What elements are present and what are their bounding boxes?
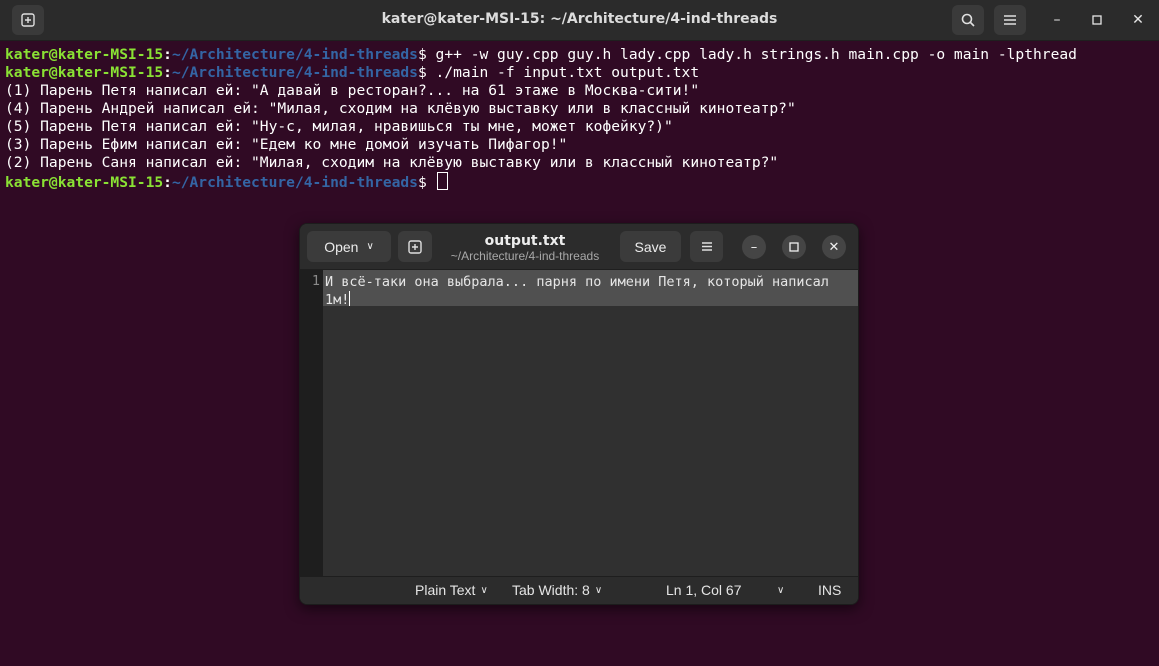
chevron-down-icon: ∨ bbox=[777, 585, 785, 596]
hamburger-icon bbox=[1004, 15, 1016, 25]
minimize-icon: – bbox=[750, 239, 758, 255]
terminal-output-line: (5) Парень Петя написал ей: "Ну-с, милая… bbox=[5, 118, 673, 135]
close-icon: ✕ bbox=[828, 239, 840, 255]
language-label: Plain Text bbox=[415, 582, 476, 598]
terminal-prompt-line: kater@kater-MSI-15:~/Architecture/4-ind-… bbox=[5, 172, 1077, 191]
text-cursor bbox=[349, 291, 351, 306]
tab-width-selector[interactable]: Tab Width: 8 ∨ bbox=[512, 582, 602, 598]
document-title: output.txt bbox=[484, 233, 566, 249]
maximize-icon bbox=[789, 242, 799, 252]
editor-menu-button[interactable] bbox=[690, 231, 723, 262]
status-bar: Plain Text ∨ Tab Width: 8 ∨ Ln 1, Col 67 ∨… bbox=[300, 576, 858, 604]
prompt-sign: $ bbox=[417, 174, 436, 191]
prompt-user: kater@kater-MSI-15 bbox=[5, 46, 164, 63]
maximize-icon bbox=[1092, 15, 1102, 25]
hamburger-icon bbox=[701, 242, 712, 251]
menu-button[interactable] bbox=[994, 5, 1026, 35]
terminal-output-line: (3) Парень Ефим написал ей: "Едем ко мне… bbox=[5, 136, 568, 153]
prompt-separator: : bbox=[163, 46, 172, 63]
terminal-cursor bbox=[436, 172, 448, 190]
maximize-button[interactable] bbox=[1087, 10, 1107, 30]
editor-minimize-button[interactable]: – bbox=[742, 235, 766, 259]
document-path: ~/Architecture/4-ind-threads bbox=[450, 249, 600, 263]
editor-close-button[interactable]: ✕ bbox=[822, 235, 846, 259]
text-editor-window: Open ∨ output.txt ~/Architecture/4-ind-t… bbox=[299, 223, 859, 605]
terminal-output-line: (4) Парень Андрей написал ей: "Милая, сх… bbox=[5, 100, 796, 117]
line-number: 1 bbox=[311, 273, 320, 289]
chevron-down-icon: ∨ bbox=[366, 241, 374, 252]
new-document-icon bbox=[408, 239, 422, 254]
terminal-output-line: (1) Парень Петя написал ей: "А давай в р… bbox=[5, 82, 700, 99]
terminal-prompt-line: kater@kater-MSI-15:~/Architecture/4-ind-… bbox=[5, 46, 1077, 64]
chevron-down-icon: ∨ bbox=[480, 585, 488, 596]
open-button[interactable]: Open ∨ bbox=[307, 231, 391, 262]
terminal-prompt-line: kater@kater-MSI-15:~/Architecture/4-ind-… bbox=[5, 64, 1077, 82]
minimize-icon: – bbox=[1053, 12, 1061, 28]
terminal-title: kater@kater-MSI-15: ~/Architecture/4-ind… bbox=[381, 11, 778, 27]
terminal-header: kater@kater-MSI-15: ~/Architecture/4-ind… bbox=[0, 0, 1159, 41]
search-icon bbox=[961, 13, 975, 27]
command-text: g++ -w guy.cpp guy.h lady.cpp lady.h str… bbox=[435, 46, 1077, 63]
save-button[interactable]: Save bbox=[620, 231, 681, 262]
terminal-output[interactable]: kater@kater-MSI-15:~/Architecture/4-ind-… bbox=[5, 46, 1077, 191]
prompt-path: ~/Architecture/4-ind-threads bbox=[171, 64, 418, 81]
tab-width-label: Tab Width: 8 bbox=[512, 582, 590, 598]
new-document-button[interactable] bbox=[398, 231, 432, 262]
cursor-position-selector[interactable]: Ln 1, Col 67 bbox=[666, 582, 742, 598]
document-content: И всё-таки она выбрала... парня по имени… bbox=[325, 274, 838, 308]
line-number-gutter: 1 bbox=[300, 270, 323, 576]
minimize-button[interactable]: – bbox=[1047, 10, 1067, 30]
insert-mode-indicator[interactable]: INS bbox=[818, 582, 841, 598]
search-button[interactable] bbox=[952, 5, 984, 35]
insert-mode-label: INS bbox=[818, 582, 842, 598]
open-label: Open bbox=[324, 238, 359, 255]
editor-maximize-button[interactable] bbox=[782, 235, 806, 259]
command-text: ./main -f input.txt output.txt bbox=[435, 64, 700, 81]
language-selector[interactable]: Plain Text ∨ bbox=[415, 582, 488, 598]
prompt-sign: $ bbox=[417, 64, 436, 81]
text-area[interactable]: И всё-таки она выбрала... парня по имени… bbox=[323, 270, 858, 576]
save-label: Save bbox=[634, 238, 667, 255]
prompt-path: ~/Architecture/4-ind-threads bbox=[171, 174, 418, 191]
prompt-sign: $ bbox=[417, 46, 436, 63]
close-button[interactable]: ✕ bbox=[1128, 10, 1148, 30]
prompt-user: kater@kater-MSI-15 bbox=[5, 64, 164, 81]
prompt-path: ~/Architecture/4-ind-threads bbox=[171, 46, 418, 63]
chevron-down-icon: ∨ bbox=[594, 585, 603, 596]
terminal-output-line: (2) Парень Саня написал ей: "Милая, сход… bbox=[5, 154, 779, 171]
prompt-user: kater@kater-MSI-15 bbox=[5, 174, 164, 191]
cursor-position-label: Ln 1, Col 67 bbox=[666, 582, 742, 598]
position-dropdown[interactable]: ∨ bbox=[777, 582, 784, 598]
prompt-separator: : bbox=[163, 174, 172, 191]
close-icon: ✕ bbox=[1132, 12, 1144, 28]
editor-header: Open ∨ output.txt ~/Architecture/4-ind-t… bbox=[300, 224, 858, 270]
prompt-separator: : bbox=[163, 64, 172, 81]
